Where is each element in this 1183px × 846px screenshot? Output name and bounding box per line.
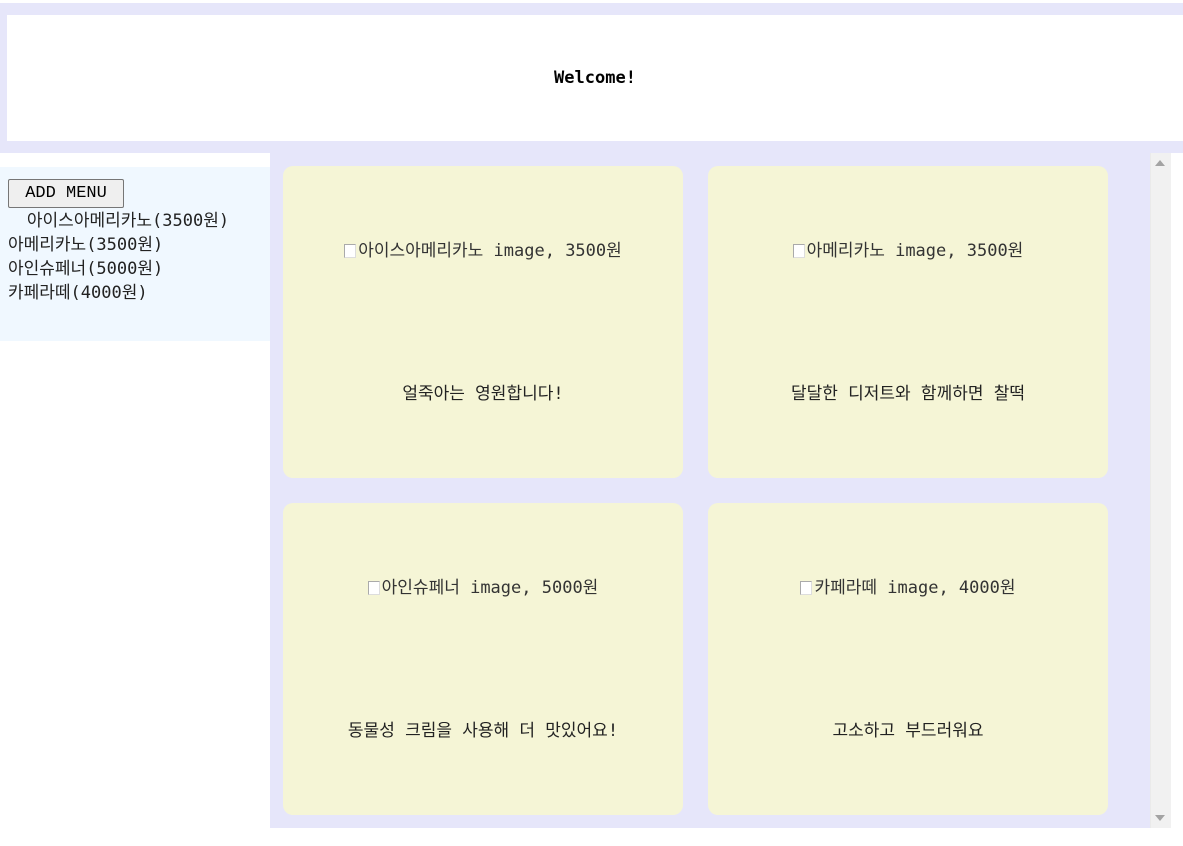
menu-image-placeholder: 아이스아메리카노 image, 3500원 xyxy=(283,236,683,261)
broken-image-icon xyxy=(344,244,357,258)
vertical-scrollbar[interactable] xyxy=(1150,153,1171,828)
add-menu-button[interactable]: ADD MENU xyxy=(8,179,124,208)
broken-image-icon xyxy=(792,244,805,258)
page-title: Welcome! xyxy=(554,68,636,88)
menu-item-iced-americano[interactable]: 아이스아메리카노(3500원) xyxy=(8,209,248,233)
menu-description: 얼죽아는 영원합니다! xyxy=(402,384,564,404)
scroll-up-arrow-icon[interactable] xyxy=(1155,160,1165,166)
menu-image-placeholder: 아메리카노 image, 3500원 xyxy=(708,236,1108,261)
broken-image-icon xyxy=(367,581,380,595)
menu-image-alt: 카페라떼 image, 4000원 xyxy=(814,578,1016,598)
scroll-down-arrow-icon[interactable] xyxy=(1155,815,1165,821)
menu-card-einspanner[interactable]: 아인슈페너 image, 5000원 동물성 크림을 사용해 더 맛있어요! xyxy=(283,503,683,815)
menu-list: 아이스아메리카노(3500원) 아메리카노(3500원) 아인슈페너(5000원… xyxy=(8,209,248,305)
menu-item-einspanner[interactable]: 아인슈페너(5000원) xyxy=(8,257,248,281)
menu-grid: 아이스아메리카노 image, 3500원 얼죽아는 영원합니다! 아메리카노 … xyxy=(270,153,1150,828)
menu-description: 동물성 크림을 사용해 더 맛있어요! xyxy=(347,721,619,741)
menu-image-alt: 아인슈페너 image, 5000원 xyxy=(381,578,599,598)
header-panel: Welcome! xyxy=(7,15,1183,141)
menu-image-alt: 아이스아메리카노 image, 3500원 xyxy=(358,241,622,261)
menu-item-americano[interactable]: 아메리카노(3500원) xyxy=(8,233,248,257)
menu-item-cafe-latte[interactable]: 카페라떼(4000원) xyxy=(8,281,248,305)
menu-image-alt: 아메리카노 image, 3500원 xyxy=(806,241,1024,261)
header-band: Welcome! xyxy=(0,3,1183,153)
menu-image-placeholder: 카페라떼 image, 4000원 xyxy=(708,573,1108,598)
menu-description: 고소하고 부드러워요 xyxy=(832,721,984,741)
sidebar: ADD MENU 아이스아메리카노(3500원) 아메리카노(3500원) 아인… xyxy=(0,167,270,341)
menu-description: 달달한 디저트와 함께하면 찰떡 xyxy=(790,384,1026,404)
menu-card-americano[interactable]: 아메리카노 image, 3500원 달달한 디저트와 함께하면 찰떡 xyxy=(708,166,1108,478)
broken-image-icon xyxy=(800,581,813,595)
menu-card-iced-americano[interactable]: 아이스아메리카노 image, 3500원 얼죽아는 영원합니다! xyxy=(283,166,683,478)
menu-card-cafe-latte[interactable]: 카페라떼 image, 4000원 고소하고 부드러워요 xyxy=(708,503,1108,815)
menu-image-placeholder: 아인슈페너 image, 5000원 xyxy=(283,573,683,598)
